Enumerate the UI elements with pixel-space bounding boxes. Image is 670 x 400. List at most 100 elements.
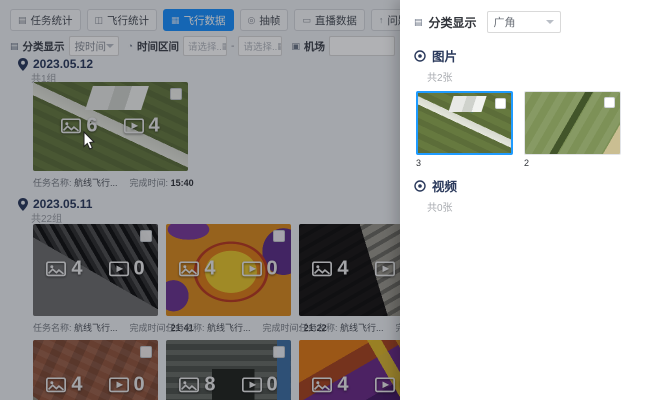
section-date-0511: 2023.05.11 [18, 197, 92, 211]
flight-record-card[interactable]: 4 0 [33, 224, 158, 316]
filter-bar: ▤ 分类显示 按时间 ◔ 时间区间 请选择.. ▦ - 请选择.. ▦ [10, 36, 400, 56]
flight-record-card[interactable]: 8 0 [166, 340, 291, 400]
upload-arrow-icon: ↑ [379, 16, 384, 25]
video-icon [124, 118, 144, 133]
video-icon [242, 377, 262, 392]
video-count-value: 4 [149, 114, 160, 137]
panel-category-label: 分类显示 [429, 14, 477, 31]
image-thumbnail[interactable] [524, 91, 621, 155]
flight-record-card[interactable]: 4 0 [299, 224, 400, 316]
video-count-value: 0 [267, 373, 278, 396]
time-label: 完成时间: [130, 323, 169, 333]
flight-record-card[interactable]: 4 0 [299, 340, 400, 400]
video-icon [109, 261, 129, 276]
category-label: 分类显示 [23, 39, 65, 54]
video-count: 0 [109, 257, 145, 280]
video-count-value: 0 [134, 373, 145, 396]
airport-icon: ▣ [291, 42, 300, 51]
card-checkbox[interactable] [140, 346, 152, 358]
category-select[interactable]: 按时间 [69, 36, 119, 56]
tab-label: 任务统计 [31, 13, 73, 28]
section-date: 2023.05.11 [33, 197, 92, 211]
photo-count-value: 4 [71, 373, 82, 396]
range-separator: - [231, 40, 235, 52]
airport-input[interactable] [329, 36, 395, 56]
thumb-checkbox[interactable] [604, 97, 615, 108]
photo-icon [46, 261, 66, 276]
airport-filter: ▣ 机场 [291, 36, 395, 56]
image-thumb-wrap: 2 [524, 91, 621, 168]
tab-live-data[interactable]: ▭ 直播数据 [294, 9, 365, 31]
finish-time: 15:40 [171, 178, 194, 188]
time-range-filter: ◔ 时间区间 请选择.. ▦ - 请选择.. ▦ [128, 36, 283, 56]
category-filter: ▤ 分类显示 按时间 [10, 36, 119, 56]
image-thumbnail-selected[interactable] [416, 91, 513, 155]
photo-icon [46, 377, 66, 392]
video-count-value: 0 [267, 257, 278, 280]
video-count: 4 [124, 114, 160, 137]
thumb-index-label: 2 [524, 158, 621, 168]
thumb-index-label: 3 [416, 158, 513, 168]
card-caption: 任务名称: 航线飞行... 完成时间: 15:40 [33, 176, 194, 189]
card-checkbox[interactable] [273, 230, 285, 242]
videos-count: 共0张 [427, 199, 656, 214]
photo-count-value: 4 [337, 257, 348, 280]
video-icon [242, 261, 262, 276]
flight-data-icon: ▦ [171, 16, 180, 25]
airport-label: 机场 [304, 39, 325, 54]
flight-record-card[interactable]: 6 4 [33, 82, 188, 171]
flight-record-card[interactable]: 4 0 [166, 224, 291, 316]
category-icon: ▤ [10, 42, 19, 51]
video-count: 0 [375, 257, 401, 280]
task-name: 航线飞行... [207, 323, 251, 333]
images-section-label: 图片 [432, 46, 457, 65]
panel-header: ▤ 分类显示 广角 [414, 11, 656, 33]
tab-task-stats[interactable]: ▤ 任务统计 [10, 9, 81, 31]
photo-count: 8 [179, 373, 215, 396]
task-name: 航线飞行... [74, 323, 118, 333]
date-end-placeholder: 请选择.. [243, 39, 277, 53]
photo-count: 4 [312, 257, 348, 280]
tab-frame-extract[interactable]: ◎ 抽帧 [240, 9, 289, 31]
photo-count-value: 4 [204, 257, 215, 280]
video-icon [109, 377, 129, 392]
tab-flight-data[interactable]: ▦ 飞行数据 [163, 9, 234, 31]
photo-count-value: 8 [204, 373, 215, 396]
chevron-down-icon [546, 20, 554, 24]
frame-extract-icon: ◎ [248, 16, 256, 25]
flight-record-card[interactable]: 4 0 [33, 340, 158, 400]
circle-dot-icon [414, 180, 426, 192]
photo-icon [179, 261, 199, 276]
date-end-input[interactable]: 请选择.. ▦ [238, 36, 282, 56]
card-checkbox[interactable] [140, 230, 152, 242]
photo-icon [179, 377, 199, 392]
date-start-input[interactable]: 请选择.. ▦ [183, 36, 227, 56]
task-stats-icon: ▤ [18, 16, 27, 25]
card-checkbox[interactable] [170, 88, 182, 100]
tab-label: 飞行数据 [184, 13, 226, 28]
date-start-placeholder: 请选择.. [188, 39, 222, 53]
video-count: 0 [375, 373, 401, 396]
task-label: 任务名称: [33, 323, 72, 333]
card-checkbox[interactable] [273, 346, 285, 358]
tab-flight-stats[interactable]: ◫ 飞行统计 [87, 9, 158, 31]
photo-count: 4 [179, 257, 215, 280]
app-window: ▤ 任务统计 ◫ 飞行统计 ▦ 飞行数据 ◎ 抽帧 ▭ 直播数据 ↑ 问题上报 [0, 0, 670, 400]
media-detail-panel: ▤ 分类显示 广角 图片 共2张 3 2 [400, 0, 670, 400]
photo-count-value: 4 [337, 373, 348, 396]
flight-stats-icon: ◫ [95, 16, 104, 25]
tab-issue-report[interactable]: ↑ 问题上报 [371, 9, 400, 31]
live-data-icon: ▭ [302, 16, 311, 25]
task-label: 任务名称: [166, 323, 205, 333]
photo-count-value: 4 [71, 257, 82, 280]
video-count: 0 [242, 257, 278, 280]
time-label: 完成时间: [263, 323, 302, 333]
video-count: 0 [109, 373, 145, 396]
video-icon [375, 377, 395, 392]
task-label: 任务名称: [299, 323, 338, 333]
panel-category-select[interactable]: 广角 [487, 11, 561, 33]
location-pin-icon [18, 58, 28, 71]
thumb-checkbox[interactable] [495, 98, 506, 109]
images-count: 共2张 [427, 69, 656, 84]
photo-count: 4 [46, 373, 82, 396]
